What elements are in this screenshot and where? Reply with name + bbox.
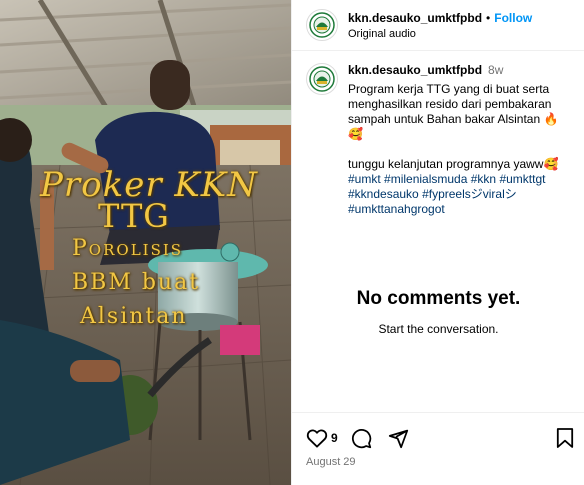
overlay-line-5: Alsintan [80,304,188,329]
save-button[interactable] [556,428,574,448]
hashtag[interactable]: #umkttgt [499,172,545,186]
instagram-post-view: Proker KKN TTG Porolisis BBM buat Alsint… [0,0,584,485]
like-button[interactable] [306,428,328,448]
caption-text-2: tunggu kelanjutan programnya yaww🥰 [348,157,559,171]
organization-logo-icon [309,66,335,92]
hashtag[interactable]: #umkttanahgrogot [348,202,445,216]
post-date[interactable]: August 29 [306,456,356,468]
hashtag[interactable]: #fypreels [422,187,471,201]
overlay-line-4: BBM buat [72,270,201,295]
like-count[interactable]: 9 [331,431,338,445]
organization-logo-icon [309,12,335,38]
caption-avatar[interactable] [306,63,338,95]
audio-label[interactable]: Original audio [348,28,532,40]
header-top-row: kkn.desauko_umktfpbd • Follow [348,11,532,26]
overlay-line-2: TTG [98,197,170,235]
hashtag-list: #umkt #milenialsmuda #kkn #umkttgt #kknd… [348,172,570,217]
share-icon [388,429,409,449]
caption-username[interactable]: kkn.desauko_umktfpbd [348,63,482,78]
empty-comments-title: No comments yet. [356,288,521,309]
heart-icon [306,429,328,448]
overlay-line-3: Porolisis [72,236,184,261]
avatar[interactable] [306,9,338,41]
header-meta: kkn.desauko_umktfpbd • Follow Original a… [348,11,532,40]
post-header: kkn.desauko_umktfpbd • Follow Original a… [292,0,584,51]
post-caption: kkn.desauko_umktfpbd 8w Program kerja TT… [292,51,584,217]
caption-head: kkn.desauko_umktfpbd 8w [348,63,570,78]
header-separator: • [486,10,491,25]
comment-button[interactable] [351,428,372,449]
comment-icon [352,429,372,449]
bookmark-icon [556,428,574,448]
caption-text: Program kerja TTG yang di buat serta men… [348,82,559,141]
share-button[interactable] [388,428,409,449]
post-side-panel: kkn.desauko_umktfpbd • Follow Original a… [291,0,584,485]
post-action-bar: 9 August 29 [292,412,584,485]
caption-time[interactable]: 8w [488,63,503,78]
header-username[interactable]: kkn.desauko_umktfpbd [348,11,482,26]
hashtag[interactable]: #umkt [348,172,381,186]
hashtag[interactable]: ジviralシ [471,187,517,201]
hashtag[interactable]: #kkn [471,172,496,186]
follow-button[interactable]: Follow [494,11,532,26]
empty-comments-subtitle: Start the conversation. [378,322,499,336]
post-media[interactable]: Proker KKN TTG Porolisis BBM buat Alsint… [0,0,291,485]
hashtag[interactable]: #kkndesauko [348,187,419,201]
caption-body: kkn.desauko_umktfpbd 8w Program kerja TT… [348,63,570,217]
hashtag[interactable]: #milenialsmuda [384,172,467,186]
comments-empty-state: No comments yet. Start the conversation. [292,288,584,336]
